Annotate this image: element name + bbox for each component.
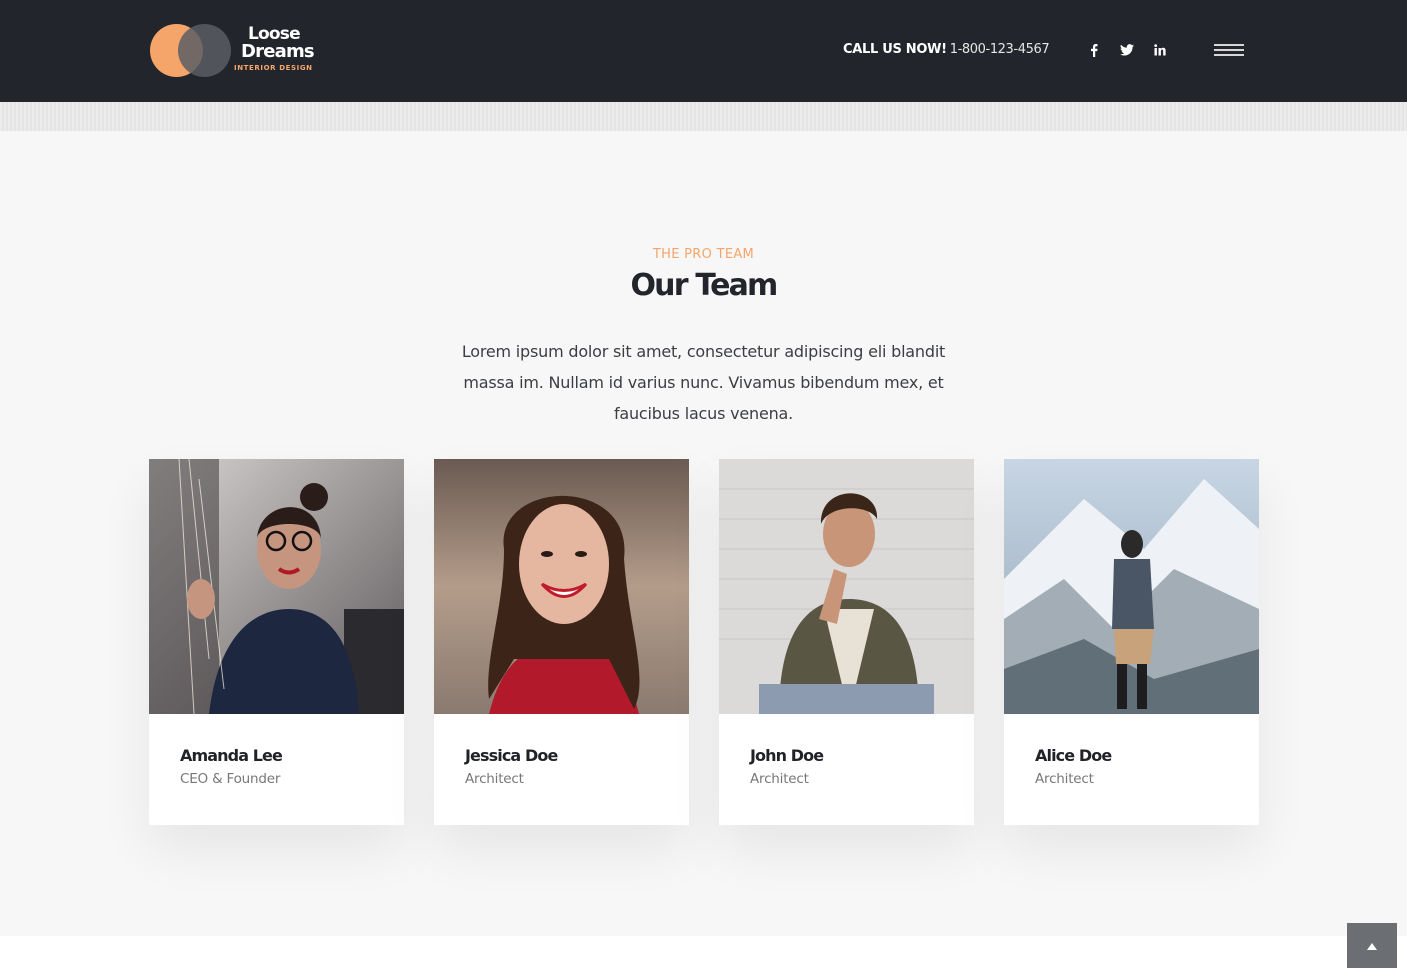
member-name: Jessica Doe [465,746,558,765]
section-title: Our Team [630,268,778,303]
logo-circle-grey [178,24,231,77]
logo-word-2: Dreams [241,41,315,62]
team-photo [434,459,689,714]
member-name: John Doe [750,746,824,765]
call-us: CALL US NOW! 1-800-123-4567 [843,42,1050,57]
logo-tagline: INTERIOR DESIGN [234,64,313,72]
brand-logo[interactable]: Loose Dreams INTERIOR DESIGN [150,23,325,79]
phone-number[interactable]: 1-800-123-4567 [950,42,1050,57]
team-card[interactable]: Amanda Lee CEO & Founder [149,459,404,825]
team-card[interactable]: John Doe Architect [719,459,974,825]
member-role: Architect [465,771,524,787]
team-card[interactable]: Jessica Doe Architect [434,459,689,825]
call-label: CALL US NOW! [843,42,947,57]
team-card[interactable]: Alice Doe Architect [1004,459,1259,825]
team-photo [149,459,404,714]
facebook-icon[interactable] [1085,40,1103,60]
twitter-icon[interactable] [1118,40,1136,60]
member-name: Alice Doe [1035,746,1112,765]
member-name: Amanda Lee [180,746,283,765]
team-photo [1004,459,1259,714]
chevron-up-icon [1367,943,1377,950]
linkedin-icon[interactable] [1151,40,1169,60]
section-eyebrow: THE PRO TEAM [652,247,755,262]
header-divider-band [0,102,1407,131]
member-role: Architect [1035,771,1094,787]
team-photo [719,459,974,714]
section-lead: Lorem ipsum dolor sit amet, consectetur … [461,342,946,423]
member-role: Architect [750,771,809,787]
member-role: CEO & Founder [180,771,281,787]
scroll-to-top-button[interactable] [1347,923,1397,968]
hamburger-icon[interactable] [1214,44,1244,58]
site-header: Loose Dreams INTERIOR DESIGN CALL US NOW… [0,0,1407,102]
footer-strip [0,936,1407,968]
